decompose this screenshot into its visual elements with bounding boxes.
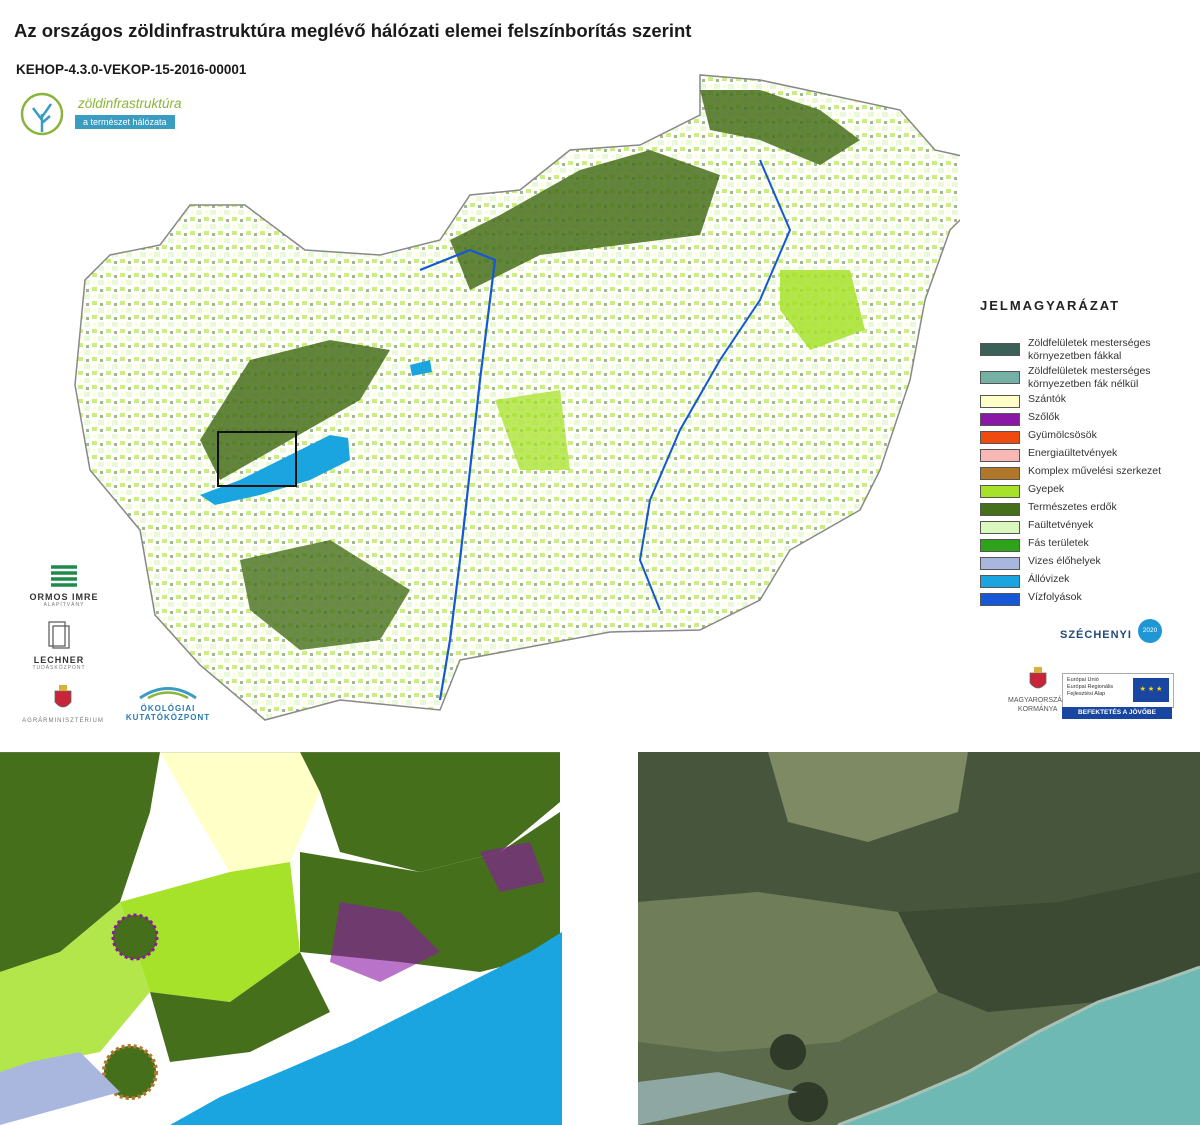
lechner-sub: TUDÁSKÖZPONT <box>32 665 86 671</box>
legend-swatch <box>980 593 1020 606</box>
hungary-landcover-map <box>74 74 960 721</box>
okologiai-kutatokozpont-logo: ÖKOLÓGIAI KUTATÓKÖZPONT <box>118 685 218 722</box>
legend-item: Természetes erdők <box>980 501 1190 516</box>
legend-swatch <box>980 431 1020 444</box>
eu-line3: Fejlesztési Alap <box>1067 691 1106 697</box>
legend-label: Gyümölcsösök <box>1028 429 1097 441</box>
detail-landcover-panel <box>0 752 562 1125</box>
legend-label: Természetes erdők <box>1028 501 1117 513</box>
legend-label: Faültetvények <box>1028 519 1094 531</box>
legend-swatch <box>980 343 1020 356</box>
legend-swatch <box>980 467 1020 480</box>
legend-swatch <box>980 575 1020 588</box>
legend-label: Állóvizek <box>1028 573 1070 585</box>
legend-swatch <box>980 371 1020 384</box>
legend-item: Zöldfelületek mesterséges környezetben f… <box>980 337 1190 362</box>
legend-swatch <box>980 395 1020 408</box>
legend-label: Komplex művelési szerkezet <box>1028 465 1162 477</box>
detail-landcover-map <box>0 752 562 1125</box>
wave-icon <box>51 565 77 587</box>
eu-flag-icon: ★ ★ ★ <box>1133 678 1169 702</box>
legend-item: Gyümölcsösök <box>980 429 1190 444</box>
eu-line2: Európai Regionális <box>1067 684 1114 690</box>
legend-swatch <box>980 449 1020 462</box>
legend-item: Komplex művelési szerkezet <box>980 465 1190 480</box>
legend-swatch <box>980 539 1020 552</box>
gov-line1: MAGYARORSZÁG <box>1008 697 1068 704</box>
legend-label: Fás területek <box>1028 537 1089 549</box>
legend-label: Zöldfelületek mesterséges környezetben f… <box>1028 365 1151 390</box>
eu-logo: Európai Unió Európai Regionális Fejleszt… <box>1062 673 1174 708</box>
legend-item: Vízfolyások <box>980 591 1190 606</box>
legend-swatch <box>980 503 1020 516</box>
coat-of-arms-icon <box>54 685 72 708</box>
legend-label: Vizes élőhelyek <box>1028 555 1101 567</box>
legend-label: Energiaültetvények <box>1028 447 1118 459</box>
building-icon <box>48 621 70 649</box>
ormos-name: ORMOS IMRE <box>29 592 99 602</box>
lechner-logo: LECHNER TUDÁSKÖZPONT <box>24 620 94 671</box>
legend-item: Szántók <box>980 393 1190 408</box>
legend-label: Szőlők <box>1028 411 1060 423</box>
legend-item: Szőlők <box>980 411 1190 426</box>
legend-swatch <box>980 521 1020 534</box>
eu-text: Európai Unió Európai Regionális Fejleszt… <box>1067 677 1113 698</box>
legend-item: Vizes élőhelyek <box>980 555 1190 570</box>
legend-item: Faültetvények <box>980 519 1190 534</box>
legend-label: Vízfolyások <box>1028 591 1082 603</box>
ormos-sub: ALAPÍTVÁNY <box>43 602 85 608</box>
okologiai-line2: KUTATÓKÖZPONT <box>125 713 211 722</box>
ministry-name: AGRÁRMINISZTÉRIUM <box>22 718 104 724</box>
szechenyi-2020-logo: SZÉCHENYI 2020 <box>1060 619 1162 643</box>
legend-item: Energiaültetvények <box>980 447 1190 462</box>
government-logo: MAGYARORSZÁG KORMÁNYA <box>1008 667 1067 714</box>
map-title: Az országos zöldinfrastruktúra meglévő h… <box>14 20 692 41</box>
legend-label: Zöldfelületek mesterséges környezetben f… <box>1028 337 1151 362</box>
legend-swatch <box>980 485 1020 498</box>
legend-swatch <box>980 413 1020 426</box>
arc-icon <box>139 687 197 700</box>
legend-label: Gyepek <box>1028 483 1065 495</box>
legend-title: JELMAGYARÁZAT <box>980 298 1121 313</box>
okologiai-line1: ÖKOLÓGIAI <box>140 704 196 713</box>
pin-icon: 2020 <box>1138 619 1162 643</box>
satellite-image <box>638 752 1200 1125</box>
agrarminiszterium-logo: AGRÁRMINISZTÉRIUM <box>18 685 108 724</box>
satellite-panel <box>638 752 1200 1125</box>
legend-swatch <box>980 557 1020 570</box>
legend: JELMAGYARÁZAT Zöldfelületek mesterséges … <box>980 298 1190 609</box>
legend-item: Gyepek <box>980 483 1190 498</box>
coat-of-arms-icon <box>1029 667 1047 689</box>
invest-banner: BEFEKTETÉS A JÖVŐBE <box>1062 707 1172 719</box>
szechenyi-text: SZÉCHENYI <box>1060 629 1132 641</box>
eu-line1: Európai Unió <box>1067 677 1099 683</box>
legend-label: Szántók <box>1028 393 1066 405</box>
legend-item: Zöldfelületek mesterséges környezetben f… <box>980 365 1190 390</box>
ormos-imre-logo: ORMOS IMRE ALAPÍTVÁNY <box>24 563 104 608</box>
legend-item: Állóvizek <box>980 573 1190 588</box>
legend-item: Fás területek <box>980 537 1190 552</box>
lechner-name: LECHNER <box>33 655 85 665</box>
legend-items: Zöldfelületek mesterséges környezetben f… <box>980 337 1190 606</box>
gov-line2: KORMÁNYA <box>1017 706 1058 713</box>
